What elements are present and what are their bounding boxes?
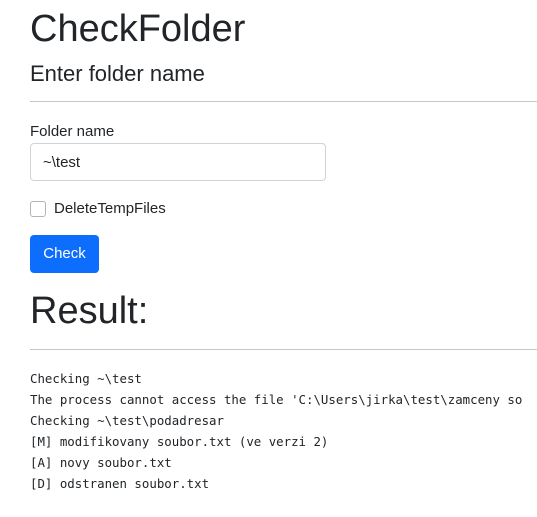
result-divider <box>30 349 537 350</box>
app-title: CheckFolder <box>30 8 246 50</box>
result-line: The process cannot access the file 'C:\U… <box>30 392 523 407</box>
result-heading: Result: <box>30 290 149 332</box>
folder-name-input[interactable] <box>30 143 326 181</box>
result-line: [A] novy soubor.txt <box>30 455 172 470</box>
folder-name-label: Folder name <box>30 123 115 140</box>
delete-temp-files-checkbox[interactable] <box>30 201 46 217</box>
delete-temp-files-option[interactable]: DeleteTempFiles <box>30 199 166 219</box>
result-line: Checking ~\test <box>30 371 142 386</box>
check-button[interactable]: Check <box>30 235 99 273</box>
delete-temp-files-label[interactable]: DeleteTempFiles <box>54 199 166 219</box>
result-line: [M] modifikovany soubor.txt (ve verzi 2) <box>30 434 329 449</box>
result-output: Checking ~\test The process cannot acces… <box>30 368 537 494</box>
result-line: Checking ~\test\podadresar <box>30 413 224 428</box>
result-line: [D] odstranen soubor.txt <box>30 476 210 491</box>
header-divider <box>30 101 537 102</box>
form-subtitle: Enter folder name <box>30 61 205 86</box>
